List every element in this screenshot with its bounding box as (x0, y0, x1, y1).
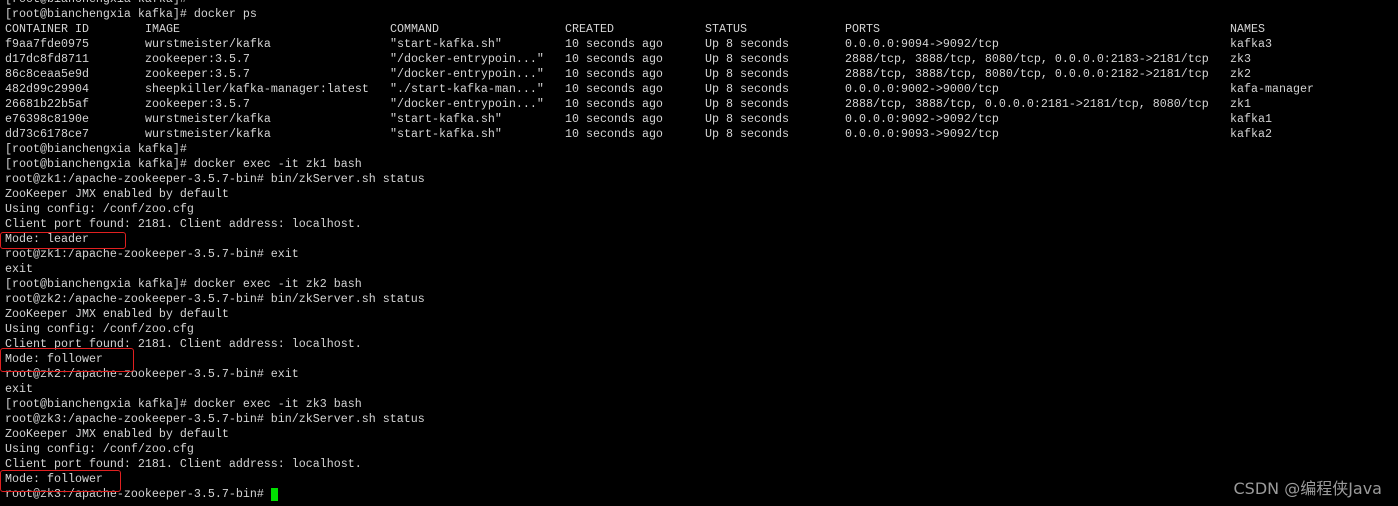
table-cell: 2888/tcp, 3888/tcp, 0.0.0.0:2181->2181/t… (845, 97, 1209, 111)
table-cell: wurstmeister/kafka (145, 37, 271, 51)
terminal-line: Client port found: 2181. Client address:… (5, 217, 362, 231)
table-cell: dd73c6178ce7 (5, 127, 89, 141)
table-cell: kafka3 (1230, 37, 1272, 51)
table-cell: Up 8 seconds (705, 127, 789, 141)
terminal-line: ZooKeeper JMX enabled by default (5, 307, 229, 321)
table-cell: d17dc8fd8711 (5, 52, 89, 66)
table-cell: "start-kafka.sh" (390, 112, 502, 126)
terminal-line: root@zk2:/apache-zookeeper-3.5.7-bin# bi… (5, 292, 425, 306)
table-cell: "/docker-entrypoin..." (390, 97, 544, 111)
table-cell: zk2 (1230, 67, 1251, 81)
table-cell: IMAGE (145, 22, 180, 36)
table-cell: zookeeper:3.5.7 (145, 52, 250, 66)
table-cell: sheepkiller/kafka-manager:latest (145, 82, 369, 96)
table-cell: e76398c8190e (5, 112, 89, 126)
table-cell: 0.0.0.0:9092->9092/tcp (845, 112, 999, 126)
table-cell: 0.0.0.0:9093->9092/tcp (845, 127, 999, 141)
table-cell: "start-kafka.sh" (390, 127, 502, 141)
terminal-line: [root@bianchengxia kafka]# docker ps (5, 7, 257, 21)
highlight-box-leader (0, 232, 126, 249)
terminal-line: Using config: /conf/zoo.cfg (5, 442, 194, 456)
table-cell: kafka2 (1230, 127, 1272, 141)
table-cell: 10 seconds ago (565, 112, 663, 126)
table-cell: 0.0.0.0:9002->9000/tcp (845, 82, 999, 96)
terminal-line: [root@bianchengxia kafka]# docker exec -… (5, 157, 362, 171)
terminal-line: exit (5, 382, 33, 396)
terminal-line: ZooKeeper JMX enabled by default (5, 427, 229, 441)
table-cell: "./start-kafka-man..." (390, 82, 544, 96)
terminal-line: Using config: /conf/zoo.cfg (5, 322, 194, 336)
table-cell: zookeeper:3.5.7 (145, 67, 250, 81)
table-cell: 10 seconds ago (565, 37, 663, 51)
table-cell: PORTS (845, 22, 880, 36)
highlight-box-follower-zk3 (0, 470, 121, 492)
table-cell: Up 8 seconds (705, 67, 789, 81)
table-cell: CREATED (565, 22, 614, 36)
watermark: CSDN @编程侠Java (1233, 479, 1382, 498)
table-cell: 26681b22b5af (5, 97, 89, 111)
table-cell: "start-kafka.sh" (390, 37, 502, 51)
table-cell: NAMES (1230, 22, 1265, 36)
terminal-line: root@zk1:/apache-zookeeper-3.5.7-bin# ex… (5, 247, 299, 261)
terminal-line: Using config: /conf/zoo.cfg (5, 202, 194, 216)
table-cell: STATUS (705, 22, 747, 36)
terminal-cursor (271, 488, 278, 501)
table-cell: "/docker-entrypoin..." (390, 52, 544, 66)
terminal-line: [root@bianchengxia kafka]# docker exec -… (5, 397, 362, 411)
terminal-line: exit (5, 262, 33, 276)
table-cell: Up 8 seconds (705, 97, 789, 111)
table-cell: Up 8 seconds (705, 52, 789, 66)
terminal-line: [root@bianchengxia kafka]# (5, 142, 187, 156)
table-cell: 10 seconds ago (565, 52, 663, 66)
terminal-line: root@zk3:/apache-zookeeper-3.5.7-bin# bi… (5, 412, 425, 426)
table-cell: kafa-manager (1230, 82, 1314, 96)
table-cell: "/docker-entrypoin..." (390, 67, 544, 81)
table-cell: 10 seconds ago (565, 67, 663, 81)
terminal-line: root@zk1:/apache-zookeeper-3.5.7-bin# bi… (5, 172, 425, 186)
table-cell: zk3 (1230, 52, 1251, 66)
table-cell: Up 8 seconds (705, 112, 789, 126)
table-cell: zookeeper:3.5.7 (145, 97, 250, 111)
table-cell: CONTAINER ID (5, 22, 89, 36)
terminal-line: [root@bianchengxia kafka]# docker exec -… (5, 277, 362, 291)
table-cell: 86c8ceaa5e9d (5, 67, 89, 81)
terminal-window[interactable]: [root@bianchengxia kafka]#[root@bianchen… (0, 0, 1398, 506)
table-cell: f9aa7fde0975 (5, 37, 89, 51)
highlight-box-follower-zk2 (0, 348, 134, 372)
table-cell: wurstmeister/kafka (145, 112, 271, 126)
terminal-line: ZooKeeper JMX enabled by default (5, 187, 229, 201)
table-cell: kafka1 (1230, 112, 1272, 126)
table-cell: 0.0.0.0:9094->9092/tcp (845, 37, 999, 51)
table-cell: Up 8 seconds (705, 82, 789, 96)
terminal-line: [root@bianchengxia kafka]# (5, 0, 187, 7)
table-cell: 2888/tcp, 3888/tcp, 8080/tcp, 0.0.0.0:21… (845, 52, 1209, 66)
table-cell: 10 seconds ago (565, 97, 663, 111)
table-cell: 10 seconds ago (565, 127, 663, 141)
table-cell: 2888/tcp, 3888/tcp, 8080/tcp, 0.0.0.0:21… (845, 67, 1209, 81)
table-cell: zk1 (1230, 97, 1251, 111)
table-cell: wurstmeister/kafka (145, 127, 271, 141)
table-cell: Up 8 seconds (705, 37, 789, 51)
table-cell: COMMAND (390, 22, 439, 36)
table-cell: 10 seconds ago (565, 82, 663, 96)
table-cell: 482d99c29904 (5, 82, 89, 96)
